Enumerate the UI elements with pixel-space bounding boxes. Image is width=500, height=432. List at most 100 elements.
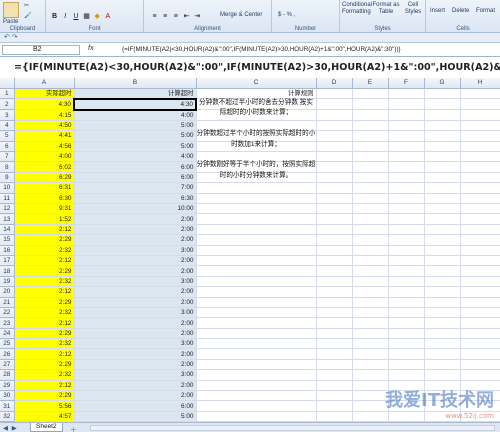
indent-icon[interactable]: ⇤ — [182, 12, 191, 21]
cell[interactable] — [460, 338, 500, 350]
cell[interactable] — [196, 297, 317, 308]
fx-icon[interactable]: fx — [88, 45, 93, 52]
formula-input[interactable]: {=IF(MINUTE(A2)<30,HOUR(A2)&":00",IF(MIN… — [122, 45, 496, 55]
cell-a[interactable]: 6:29 — [14, 172, 75, 184]
cell[interactable] — [316, 172, 353, 184]
cell[interactable] — [316, 307, 353, 319]
cell[interactable] — [424, 255, 461, 267]
cell-a[interactable]: 2:12 — [14, 224, 75, 236]
cell[interactable] — [460, 193, 500, 205]
column-header[interactable]: F — [388, 78, 425, 89]
cut-icon[interactable]: ✂ — [24, 3, 29, 10]
row-header[interactable]: 23 — [0, 317, 15, 329]
cell[interactable] — [352, 151, 389, 163]
underline-button[interactable]: U — [71, 12, 80, 21]
cell[interactable] — [196, 224, 317, 236]
cell[interactable] — [196, 380, 317, 392]
cell[interactable] — [424, 359, 461, 371]
cell[interactable] — [316, 130, 353, 142]
row-header[interactable]: 2 — [0, 98, 15, 111]
cell[interactable] — [460, 286, 500, 298]
cell[interactable] — [388, 224, 425, 236]
cell-b[interactable]: 2:00 — [74, 286, 197, 298]
delete-button[interactable]: Delete — [452, 8, 469, 15]
align-right-icon[interactable]: ≡ — [171, 12, 180, 21]
row-header[interactable]: 14 — [0, 224, 15, 236]
cell[interactable] — [316, 120, 353, 132]
fill-color-icon[interactable]: ◆ — [93, 12, 102, 21]
cell[interactable] — [460, 213, 500, 225]
cell[interactable] — [424, 141, 461, 153]
paste-button[interactable]: Paste — [3, 19, 18, 26]
cell[interactable] — [388, 213, 425, 225]
cell-b[interactable]: 3:00 — [74, 276, 197, 288]
italic-button[interactable]: I — [61, 12, 70, 21]
cell[interactable] — [196, 411, 317, 422]
cell[interactable] — [460, 182, 500, 194]
cell-b[interactable]: 5:00 — [74, 141, 197, 153]
row-header[interactable]: 12 — [0, 203, 15, 215]
conditional-formatting-button[interactable]: Conditional Formatting — [342, 2, 372, 16]
format-painter-icon[interactable]: 🖌 — [24, 13, 32, 20]
row-header[interactable]: 10 — [0, 182, 15, 194]
cell[interactable] — [388, 161, 425, 173]
cell[interactable] — [460, 297, 500, 308]
cell[interactable] — [352, 286, 389, 298]
cell[interactable] — [196, 234, 317, 246]
cell[interactable] — [316, 369, 353, 381]
cell[interactable] — [352, 255, 389, 267]
cell-a[interactable]: 2:12 — [14, 317, 75, 329]
cell[interactable] — [460, 245, 500, 256]
cell[interactable] — [424, 245, 461, 256]
cell[interactable] — [424, 286, 461, 298]
cell[interactable] — [460, 255, 500, 267]
cell[interactable] — [460, 161, 500, 173]
cell[interactable] — [460, 328, 500, 340]
cell-a[interactable]: 2:29 — [14, 234, 75, 246]
cell[interactable] — [352, 400, 389, 412]
cell[interactable] — [460, 120, 500, 132]
cell[interactable] — [316, 400, 353, 412]
cell[interactable] — [388, 348, 425, 360]
cell[interactable] — [316, 265, 353, 277]
cell[interactable] — [196, 213, 317, 225]
cell[interactable] — [388, 120, 425, 132]
cell[interactable] — [424, 203, 461, 215]
cell[interactable] — [352, 265, 389, 277]
cell-a[interactable]: 2:12 — [14, 348, 75, 360]
cell[interactable] — [352, 182, 389, 194]
cell-b[interactable]: 2:00 — [74, 213, 197, 225]
cell[interactable] — [316, 193, 353, 205]
cell-b[interactable]: 7:00 — [74, 182, 197, 194]
cell[interactable] — [316, 286, 353, 298]
row-header[interactable]: 30 — [0, 390, 15, 402]
cell[interactable] — [196, 203, 317, 215]
select-all-corner[interactable] — [0, 78, 15, 89]
cell-a[interactable]: 4:15 — [14, 109, 75, 121]
cell[interactable] — [352, 193, 389, 205]
cell[interactable] — [352, 338, 389, 350]
cell-b[interactable]: 3:00 — [74, 245, 197, 256]
cell-a[interactable]: 4:00 — [14, 151, 75, 163]
cell-a[interactable]: 4:41 — [14, 130, 75, 142]
cell[interactable] — [316, 224, 353, 236]
new-sheet-icon[interactable]: ＋ — [70, 424, 77, 432]
row-header[interactable]: 18 — [0, 265, 15, 277]
row-header[interactable]: 19 — [0, 276, 15, 288]
cell[interactable] — [352, 234, 389, 246]
cell-a1[interactable]: 实际超时 — [14, 88, 75, 100]
cell[interactable] — [316, 109, 353, 121]
cell[interactable] — [388, 203, 425, 215]
cell-a[interactable]: 2:12 — [14, 380, 75, 392]
bold-button[interactable]: B — [50, 12, 59, 21]
cell-a[interactable]: 4:56 — [14, 141, 75, 153]
cell[interactable] — [460, 265, 500, 277]
cell[interactable] — [388, 328, 425, 340]
cell-b[interactable]: 2:00 — [74, 390, 197, 402]
cell-b[interactable]: 2:00 — [74, 328, 197, 340]
cell[interactable] — [460, 203, 500, 215]
cell[interactable] — [316, 359, 353, 371]
cell-a[interactable]: 2:32 — [14, 307, 75, 319]
cell[interactable] — [424, 193, 461, 205]
cell[interactable] — [352, 380, 389, 392]
